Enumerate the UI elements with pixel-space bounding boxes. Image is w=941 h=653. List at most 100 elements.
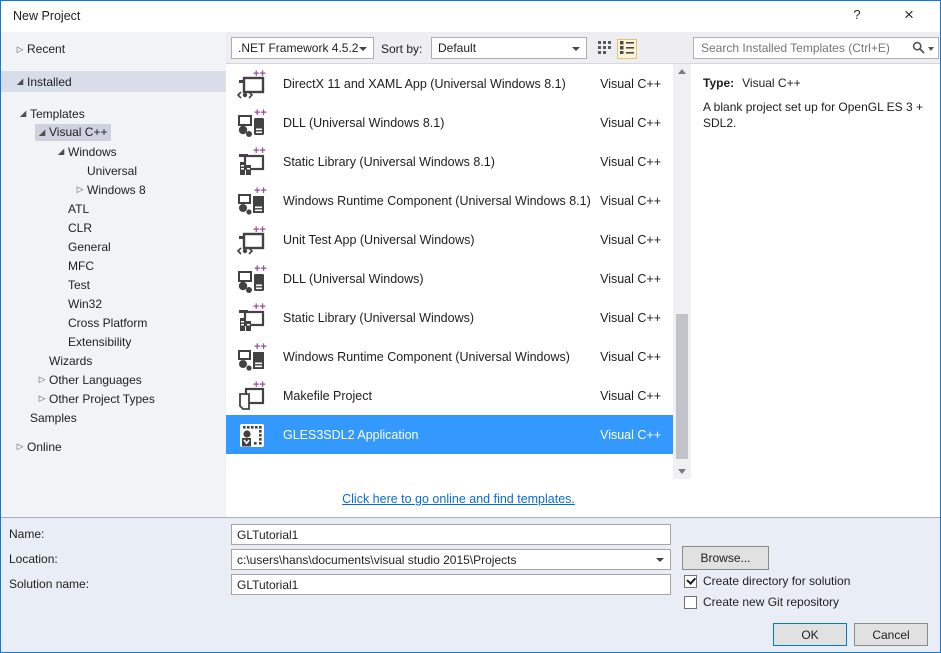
location-input[interactable]	[232, 550, 670, 569]
list-view-button[interactable]	[617, 39, 637, 59]
list-scrollbar[interactable]	[673, 64, 691, 479]
online-templates-link[interactable]: Click here to go online and find templat…	[342, 492, 575, 506]
tree-item-cross-platform[interactable]: Cross Platform	[1, 313, 226, 332]
template-list-item[interactable]: ++ Windows Runtime Component (Universal …	[226, 337, 673, 376]
template-list-item-selected[interactable]: GLES3SDL2 Application Visual C++	[226, 415, 673, 454]
medium-icons-view-button[interactable]	[594, 39, 614, 59]
template-list: ++ DirectX 11 and XAML App (Universal Wi…	[226, 64, 673, 517]
type-value: Visual C++	[742, 76, 800, 90]
template-name: Windows Runtime Component (Universal Win…	[283, 194, 600, 208]
tree-item-wizards[interactable]: Wizards	[1, 351, 226, 370]
svg-text:++: ++	[253, 68, 266, 80]
tree-item-other-project-types[interactable]: ▷ Other Project Types	[1, 389, 226, 408]
chevron-down-icon[interactable]	[928, 47, 934, 51]
titlebar: New Project ? ×	[1, 1, 940, 32]
solution-name-input[interactable]	[232, 575, 670, 594]
chevron-expanded-icon[interactable]: ◢	[54, 146, 68, 157]
tree-item-visual-cpp[interactable]: ◢ Visual C++	[1, 123, 226, 142]
solution-name-field-wrap	[231, 574, 671, 595]
template-list-item[interactable]: ++ Unit Test App (Universal Windows) Vis…	[226, 220, 673, 259]
search-input[interactable]	[694, 38, 913, 58]
ok-button[interactable]: OK	[773, 623, 847, 646]
template-list-item[interactable]: ++ Static Library (Universal Windows 8.1…	[226, 142, 673, 181]
search-icon[interactable]	[912, 41, 925, 57]
scroll-down-button[interactable]	[673, 464, 691, 479]
tree-item-general[interactable]: General	[1, 237, 226, 256]
svg-text:++: ++	[253, 380, 266, 391]
tree-item-samples[interactable]: Samples	[1, 408, 226, 427]
template-list-item[interactable]: ++ Static Library (Universal Windows) Vi…	[226, 298, 673, 337]
template-tree: ▷ Recent ◢ Installed ◢ Templates ◢ Visua…	[1, 32, 226, 517]
sort-by-label: Sort by:	[381, 42, 422, 56]
template-language: Visual C++	[600, 155, 661, 169]
tree-item-win32[interactable]: Win32	[1, 294, 226, 313]
name-field-wrap	[231, 524, 671, 545]
template-list-item[interactable]: ++ DLL (Universal Windows) Visual C++	[226, 259, 673, 298]
create-directory-checkbox[interactable]	[684, 575, 697, 588]
scroll-up-button[interactable]	[673, 64, 691, 79]
template-language: Visual C++	[600, 428, 661, 442]
tree-item-windows[interactable]: ◢ Windows	[1, 142, 226, 161]
tree-item-recent[interactable]: ▷ Recent	[1, 39, 226, 59]
cancel-button[interactable]: Cancel	[854, 623, 928, 646]
chevron-expanded-icon[interactable]: ◢	[35, 127, 49, 138]
create-git-checkbox[interactable]	[684, 596, 697, 609]
template-list-item[interactable]: ++ DLL (Universal Windows 8.1) Visual C+…	[226, 103, 673, 142]
template-list-item[interactable]: ++ DirectX 11 and XAML App (Universal Wi…	[226, 64, 673, 103]
chevron-down-icon	[572, 47, 580, 51]
scrollbar-thumb[interactable]	[676, 314, 688, 459]
cpp-dll-icon: ++	[236, 107, 268, 139]
chevron-down-icon[interactable]	[656, 558, 664, 562]
chevron-down-icon	[359, 47, 367, 51]
chevron-collapsed-icon[interactable]: ▷	[13, 44, 27, 55]
tree-item-windows-8[interactable]: ▷ Windows 8	[1, 180, 226, 199]
cpp-static-library-icon: ++	[236, 302, 268, 334]
template-list-item[interactable]: ++ Makefile Project Visual C++	[226, 376, 673, 415]
close-icon[interactable]: ×	[896, 5, 922, 25]
name-input[interactable]	[232, 525, 670, 544]
chevron-expanded-icon[interactable]: ◢	[13, 76, 27, 87]
grid-view-icon	[598, 41, 611, 57]
cpp-app-icon: ++	[236, 68, 268, 100]
tree-item-extensibility[interactable]: Extensibility	[1, 332, 226, 351]
create-directory-option: Create directory for solution	[684, 574, 850, 588]
template-language: Visual C++	[600, 350, 661, 364]
tree-item-other-languages[interactable]: ▷ Other Languages	[1, 370, 226, 389]
tree-item-online[interactable]: ▷ Online	[1, 437, 226, 456]
dialog-title: New Project	[13, 9, 80, 23]
svg-text:++: ++	[254, 341, 267, 353]
template-details-pane: Type:Visual C++ A blank project set up f…	[691, 64, 939, 517]
tree-item-atl[interactable]: ATL	[1, 199, 226, 218]
chevron-collapsed-icon[interactable]: ▷	[13, 441, 27, 452]
chevron-collapsed-icon[interactable]: ▷	[35, 374, 49, 385]
framework-select[interactable]: .NET Framework 4.5.2	[231, 37, 374, 59]
location-field-wrap	[231, 549, 671, 570]
help-icon[interactable]: ?	[846, 7, 868, 22]
template-language: Visual C++	[600, 389, 661, 403]
cpp-makefile-icon: ++	[236, 380, 268, 412]
template-name: Static Library (Universal Windows)	[283, 311, 600, 325]
template-name: DLL (Universal Windows)	[283, 272, 600, 286]
name-label: Name:	[9, 527, 44, 541]
tree-item-templates[interactable]: ◢ Templates	[1, 104, 226, 123]
tree-item-installed[interactable]: ◢ Installed	[1, 71, 226, 92]
tree-item-universal[interactable]: Universal	[1, 161, 226, 180]
tree-item-clr[interactable]: CLR	[1, 218, 226, 237]
browse-button[interactable]: Browse...	[682, 546, 769, 570]
tree-item-test[interactable]: Test	[1, 275, 226, 294]
tree-item-mfc[interactable]: MFC	[1, 256, 226, 275]
template-language: Visual C++	[600, 77, 661, 91]
template-name: Static Library (Universal Windows 8.1)	[283, 155, 600, 169]
solution-name-label: Solution name:	[9, 577, 89, 591]
template-name: Unit Test App (Universal Windows)	[283, 233, 600, 247]
chevron-expanded-icon[interactable]: ◢	[16, 108, 30, 119]
svg-text:++: ++	[253, 302, 266, 313]
sort-select[interactable]: Default	[431, 37, 587, 59]
template-list-item[interactable]: ++ Windows Runtime Component (Universal …	[226, 181, 673, 220]
triangle-down-icon	[678, 469, 686, 474]
create-git-option: Create new Git repository	[684, 595, 839, 609]
chevron-collapsed-icon[interactable]: ▷	[73, 184, 87, 195]
toolbar: .NET Framework 4.5.2 Sort by: Default	[226, 32, 940, 64]
chevron-collapsed-icon[interactable]: ▷	[35, 393, 49, 404]
svg-text:++: ++	[254, 107, 267, 119]
